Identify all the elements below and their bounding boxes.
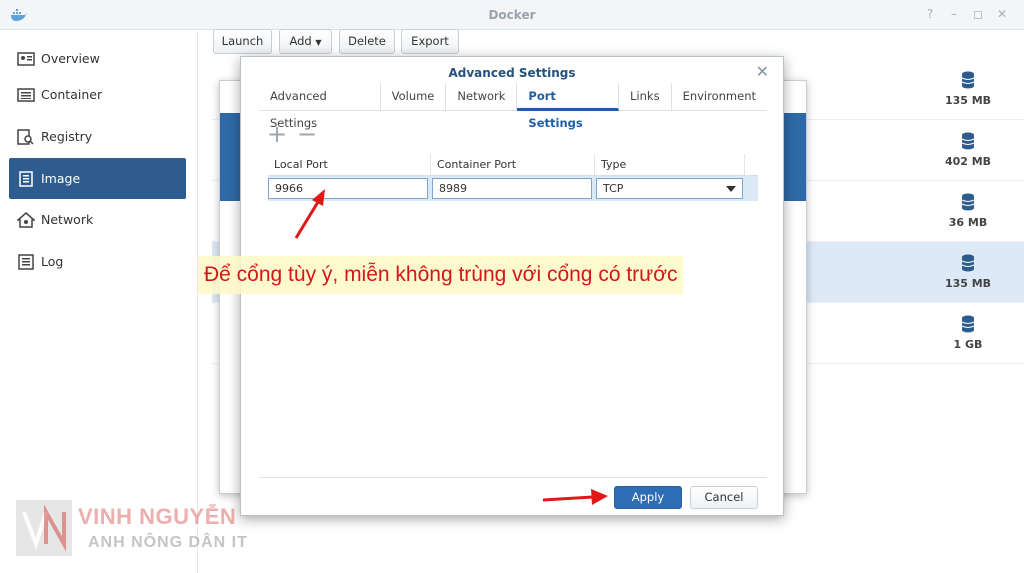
apply-button[interactable]: Apply <box>614 486 682 509</box>
minimize-icon[interactable]: – <box>946 6 962 22</box>
registry-icon <box>17 128 34 145</box>
launch-button[interactable]: Launch <box>213 29 272 54</box>
watermark-subtitle: ANH NÔNG DÂN IT <box>88 534 248 551</box>
sidebar-item-registry[interactable]: Registry <box>9 116 186 157</box>
sidebar: Overview Container Registry Image Networ… <box>0 31 198 573</box>
database-icon <box>961 71 975 89</box>
add-row-icon[interactable]: + <box>267 122 287 146</box>
log-icon <box>18 253 34 270</box>
type-select-value: TCP <box>603 182 624 195</box>
type-select[interactable]: TCP <box>596 178 743 199</box>
database-icon <box>961 132 975 150</box>
sidebar-item-container[interactable]: Container <box>9 74 186 115</box>
dialog-footer-divider <box>259 477 767 478</box>
grid-header: Local Port Container Port Type <box>268 154 758 176</box>
window-title: Docker <box>488 8 536 22</box>
tab-volume[interactable]: Volume <box>381 83 447 111</box>
help-icon[interactable]: ? <box>922 6 938 22</box>
sidebar-item-log[interactable]: Log <box>9 241 186 282</box>
image-size: 36 MB <box>948 216 988 229</box>
database-icon <box>961 254 975 272</box>
close-icon[interactable]: ✕ <box>994 6 1010 22</box>
image-size: 1 GB <box>953 338 983 351</box>
database-icon <box>961 193 975 211</box>
add-button-label: Add <box>289 34 312 48</box>
image-size: 135 MB <box>944 277 992 290</box>
annotation-callout: Để cổng tùy ý, miễn không trùng với cổng… <box>198 256 684 294</box>
sidebar-item-label: Log <box>41 254 64 269</box>
sidebar-item-label: Container <box>41 87 103 102</box>
image-icon <box>19 170 33 187</box>
sidebar-item-image[interactable]: Image <box>9 158 186 199</box>
watermark-name: VINH NGUYỄN <box>78 504 237 529</box>
local-port-input[interactable]: 9966 <box>268 178 428 199</box>
network-icon <box>17 211 35 228</box>
column-header-type: Type <box>595 154 745 175</box>
container-icon <box>17 87 35 102</box>
tab-advanced-settings[interactable]: Advanced Settings <box>259 83 381 130</box>
tab-network[interactable]: Network <box>446 83 518 111</box>
remove-row-icon[interactable]: − <box>297 122 317 146</box>
sidebar-item-label: Registry <box>41 129 93 144</box>
dialog-title: Advanced Settings <box>448 66 576 80</box>
sidebar-item-label: Image <box>41 171 81 186</box>
maximize-icon[interactable]: ◻ <box>970 6 986 22</box>
tab-links[interactable]: Links <box>619 83 672 111</box>
overview-icon <box>17 51 35 66</box>
tab-port-settings[interactable]: Port Settings <box>517 83 620 130</box>
image-size: 402 MB <box>944 155 992 168</box>
sidebar-item-label: Overview <box>41 51 100 66</box>
image-size: 135 MB <box>944 94 992 107</box>
export-button[interactable]: Export <box>401 29 459 54</box>
add-button[interactable]: Add ▼ <box>279 29 332 54</box>
delete-button[interactable]: Delete <box>339 29 395 54</box>
cancel-button[interactable]: Cancel <box>690 486 758 509</box>
column-header-container-port: Container Port <box>431 154 595 175</box>
database-icon <box>961 315 975 333</box>
window-titlebar: Docker ? – ◻ ✕ <box>0 0 1024 30</box>
sidebar-item-label: Network <box>41 212 94 227</box>
container-port-input[interactable]: 8989 <box>432 178 592 199</box>
tab-environment[interactable]: Environment <box>672 83 767 111</box>
column-header-local-port: Local Port <box>268 154 431 175</box>
chevron-down-icon: ▼ <box>315 38 322 47</box>
sidebar-item-network[interactable]: Network <box>9 199 186 240</box>
chevron-down-icon <box>726 186 736 192</box>
sidebar-item-overview[interactable]: Overview <box>9 38 186 79</box>
watermark-logo <box>16 500 72 556</box>
close-icon[interactable]: ✕ <box>756 62 769 81</box>
tab-bar: Advanced Settings Volume Network Port Se… <box>259 83 767 130</box>
table-row: 9966 8989 TCP <box>268 176 758 201</box>
